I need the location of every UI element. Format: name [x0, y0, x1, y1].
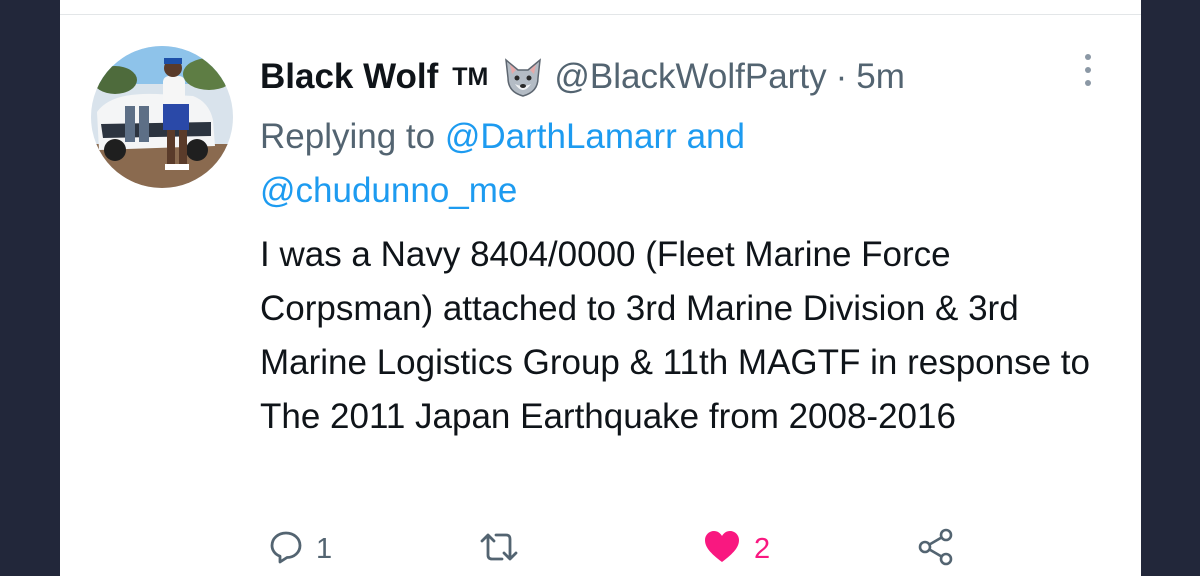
separator: ·: [835, 57, 848, 96]
tweet-text: I was a Navy 8404/0000 (Fleet Marine For…: [260, 235, 1090, 436]
tweet-actions: 1 2: [260, 524, 1040, 576]
replying-prefix: Replying to: [260, 117, 436, 156]
like-button[interactable]: 2: [702, 524, 770, 574]
retweet-button[interactable]: [478, 524, 532, 574]
name-suffix: TM: [452, 62, 489, 91]
retweet-icon: [478, 529, 520, 570]
speech-bubble-icon: [268, 529, 304, 570]
share-icon: [916, 528, 956, 571]
reply-and[interactable]: and: [687, 117, 745, 156]
replying-to: Replying to @DarthLamarr and @chudunno_m…: [260, 110, 900, 218]
divider: [60, 14, 1141, 15]
reply-button[interactable]: 1: [268, 524, 332, 574]
reply-user-link[interactable]: @chudunno_me: [260, 171, 517, 210]
timestamp[interactable]: 5m: [856, 57, 905, 97]
more-vertical-icon[interactable]: [1078, 52, 1098, 90]
tweet-header: Black Wolf TM @BlackWolfParty · 5m: [260, 52, 905, 102]
reply-user-link[interactable]: @DarthLamarr: [445, 117, 677, 156]
avatar[interactable]: [91, 46, 233, 188]
like-count: 2: [754, 532, 771, 565]
heart-icon: [702, 529, 742, 570]
tweet-card: Black Wolf TM @BlackWolfParty · 5m Reply…: [60, 0, 1141, 576]
user-handle[interactable]: @BlackWolfParty: [554, 57, 826, 97]
reply-count: 1: [316, 532, 333, 565]
wolf-emoji-icon: [502, 56, 544, 98]
display-name[interactable]: Black Wolf: [260, 57, 438, 97]
share-button[interactable]: [916, 524, 956, 574]
